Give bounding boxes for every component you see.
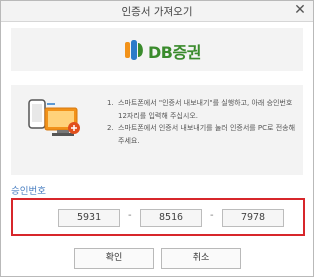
close-icon[interactable]: ✕ (292, 2, 308, 18)
instruction-list: 1. 스마트폰에서 "인증서 내보내기"를 실행하고, 아래 승인번호 12자리… (107, 97, 297, 147)
instruction-item: 1. 스마트폰에서 "인증서 내보내기"를 실행하고, 아래 승인번호 12자리… (107, 97, 297, 122)
approval-number-label: 승인번호 (11, 186, 46, 197)
instruction-item: 2. 스마트폰에서 인증서 내보내기를 눌러 인증서를 PC로 전송해 주세요. (107, 122, 297, 147)
instruction-text: 스마트폰에서 "인증서 내보내기"를 실행하고, 아래 승인번호 12자리를 입… (118, 99, 293, 120)
phone-to-pc-transfer-icon (28, 99, 80, 136)
approval-code-box: 5931 - 8516 - 7978 (11, 198, 305, 236)
import-certificate-dialog: 인증서 가져오기 ✕ DB증권 1. 스마트폰에서 "인증서 내보내기"를 실행… (0, 0, 314, 277)
dialog-title: 인증서 가져오기 (121, 6, 193, 18)
code-separator: - (210, 210, 214, 221)
approval-code-field-3[interactable]: 7978 (222, 209, 284, 227)
instruction-number: 1. (107, 99, 114, 107)
db-logo-mark-icon (125, 40, 143, 60)
instruction-panel: 1. 스마트폰에서 "인증서 내보내기"를 실행하고, 아래 승인번호 12자리… (11, 85, 303, 175)
confirm-button[interactable]: 확인 (74, 248, 154, 269)
brand-name: DB증권 (148, 43, 201, 62)
cancel-button[interactable]: 취소 (161, 248, 241, 269)
code-separator: - (128, 210, 132, 221)
title-bar: 인증서 가져오기 ✕ (1, 1, 313, 22)
logo-panel: DB증권 (11, 28, 303, 71)
approval-code-field-1[interactable]: 5931 (58, 209, 120, 227)
approval-code-field-2[interactable]: 8516 (140, 209, 202, 227)
instruction-number: 2. (107, 124, 114, 132)
instruction-text: 스마트폰에서 인증서 내보내기를 눌러 인증서를 PC로 전송해 주세요. (118, 124, 296, 145)
